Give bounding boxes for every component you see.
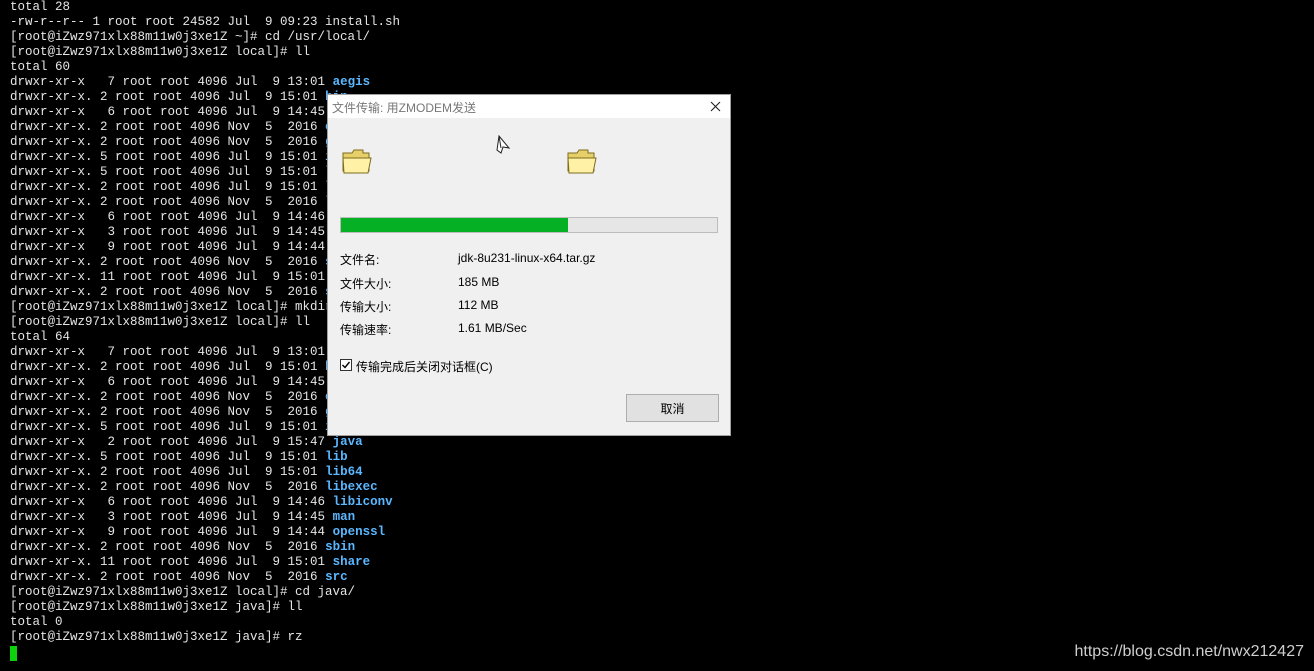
terminal-line: [root@iZwz971xlx88m11w0j3xe1Z local]# cd… xyxy=(10,585,400,600)
terminal-line-text: drwxr-xr-x 9 root root 4096 Jul 9 14:44 xyxy=(10,525,333,539)
filesize-value: 185 MB xyxy=(458,275,500,289)
terminal-line-text: drwxr-xr-x 3 root root 4096 Jul 9 14:45 xyxy=(10,510,333,524)
speed-value: 1.61 MB/Sec xyxy=(458,321,527,335)
zmodem-transfer-dialog: 文件传输: 用ZMODEM发送 文件名: jdk-8u231-linux-x64… xyxy=(327,94,731,436)
terminal-line-text: [root@iZwz971xlx88m11w0j3xe1Z local]# ll xyxy=(10,315,311,329)
terminal-line-text: drwxr-xr-x. 5 root root 4096 Jul 9 15:01 xyxy=(10,450,326,464)
destination-folder-icon xyxy=(567,149,597,174)
terminal-line-text: drwxr-xr-x. 2 root root 4096 Nov 5 2016 xyxy=(10,540,326,554)
close-icon[interactable] xyxy=(706,97,724,115)
terminal-line: drwxr-xr-x. 2 root root 4096 Jul 9 15:01… xyxy=(10,465,400,480)
terminal-line: drwxr-xr-x 7 root root 4096 Jul 9 13:01 … xyxy=(10,75,400,90)
terminal-line-text: total 0 xyxy=(10,615,63,629)
directory-name: src xyxy=(325,570,348,584)
terminal-line-text: drwxr-xr-x. 2 root root 4096 Nov 5 2016 xyxy=(10,480,326,494)
terminal-line-text: drwxr-xr-x 6 root root 4096 Jul 9 14:45 xyxy=(10,375,333,389)
dialog-titlebar: 文件传输: 用ZMODEM发送 xyxy=(328,95,730,118)
filename-value: jdk-8u231-linux-x64.tar.gz xyxy=(458,251,596,265)
terminal-line-text: [root@iZwz971xlx88m11w0j3xe1Z local]# ll xyxy=(10,45,311,59)
terminal-line-text: drwxr-xr-x. 2 root root 4096 Nov 5 2016 xyxy=(10,135,326,149)
directory-name: lib64 xyxy=(325,465,363,479)
directory-name: libiconv xyxy=(332,495,393,509)
terminal-line-text: drwxr-xr-x. 5 root root 4096 Jul 9 15:01 xyxy=(10,150,326,164)
terminal-line: drwxr-xr-x. 5 root root 4096 Jul 9 15:01… xyxy=(10,450,400,465)
directory-name: man xyxy=(332,510,356,524)
terminal-line: -rw-r--r-- 1 root root 24582 Jul 9 09:23… xyxy=(10,15,400,30)
cancel-button[interactable]: 取消 xyxy=(626,394,719,422)
terminal-line-text: drwxr-xr-x. 2 root root 4096 Nov 5 2016 xyxy=(10,285,326,299)
terminal-line-text: drwxr-xr-x. 11 root root 4096 Jul 9 15:0… xyxy=(10,555,333,569)
terminal-line: drwxr-xr-x. 2 root root 4096 Nov 5 2016 … xyxy=(10,570,400,585)
terminal-line: [root@iZwz971xlx88m11w0j3xe1Z local]# ll xyxy=(10,45,400,60)
terminal-line-text: drwxr-xr-x. 11 root root 4096 Jul 9 15:0… xyxy=(10,270,333,284)
transfer-progress-bar xyxy=(340,217,718,233)
terminal-line: total 28 xyxy=(10,0,400,15)
terminal-line-text: drwxr-xr-x. 5 root root 4096 Jul 9 15:01 xyxy=(10,420,326,434)
terminal-line-text: drwxr-xr-x 6 root root 4096 Jul 9 14:46 xyxy=(10,210,333,224)
terminal-line: drwxr-xr-x 9 root root 4096 Jul 9 14:44 … xyxy=(10,525,400,540)
dialog-title: 文件传输: 用ZMODEM发送 xyxy=(332,101,476,115)
terminal-cursor xyxy=(10,646,17,661)
directory-name: aegis xyxy=(332,75,371,89)
terminal-line-text: drwxr-xr-x. 2 root root 4096 Nov 5 2016 xyxy=(10,255,326,269)
terminal-line-text: drwxr-xr-x. 2 root root 4096 Jul 9 15:01 xyxy=(10,360,326,374)
terminal-line: total 60 xyxy=(10,60,400,75)
terminal-line-text: drwxr-xr-x 9 root root 4096 Jul 9 14:44 xyxy=(10,240,333,254)
speed-label: 传输速率: xyxy=(340,323,392,337)
terminal-line: total 0 xyxy=(10,615,400,630)
terminal-line-text: drwxr-xr-x 7 root root 4096 Jul 9 13:01 xyxy=(10,75,333,89)
transfer-progress-fill xyxy=(341,218,569,232)
terminal-line-text: total 60 xyxy=(10,60,71,74)
terminal-line-text: [root@iZwz971xlx88m11w0j3xe1Z local]# mk… xyxy=(10,300,356,314)
directory-name: openssl xyxy=(332,525,386,539)
transferred-value: 112 MB xyxy=(458,298,499,312)
terminal-line: [root@iZwz971xlx88m11w0j3xe1Z java]# ll xyxy=(10,600,400,615)
directory-name: java xyxy=(332,435,363,449)
checkmark-icon xyxy=(342,361,351,369)
terminal-line-text: total 28 xyxy=(10,0,71,14)
directory-name: libexec xyxy=(325,480,378,494)
terminal-line-text: total 64 xyxy=(10,330,71,344)
watermark: https://blog.csdn.net/nwx212427 xyxy=(1074,643,1305,660)
terminal-line-text: drwxr-xr-x. 2 root root 4096 Jul 9 15:01 xyxy=(10,180,326,194)
terminal-line-text: [root@iZwz971xlx88m11w0j3xe1Z local]# cd… xyxy=(10,585,356,599)
paper-plane-icon xyxy=(496,135,511,154)
terminal-line-text: drwxr-xr-x 6 root root 4096 Jul 9 14:45 xyxy=(10,105,333,119)
terminal-line-text: drwxr-xr-x 7 root root 4096 Jul 9 13:01 xyxy=(10,345,333,359)
terminal-line: drwxr-xr-x. 2 root root 4096 Nov 5 2016 … xyxy=(10,480,400,495)
terminal-line-text: drwxr-xr-x. 5 root root 4096 Jul 9 15:01 xyxy=(10,165,326,179)
terminal-line-text: [root@iZwz971xlx88m11w0j3xe1Z java]# rz xyxy=(10,630,303,644)
terminal-line: drwxr-xr-x. 2 root root 4096 Nov 5 2016 … xyxy=(10,540,400,555)
terminal-line-text: drwxr-xr-x. 2 root root 4096 Jul 9 15:01 xyxy=(10,465,326,479)
source-folder-icon xyxy=(342,149,372,174)
terminal-line: drwxr-xr-x 3 root root 4096 Jul 9 14:45 … xyxy=(10,510,400,525)
terminal-line-text: -rw-r--r-- 1 root root 24582 Jul 9 09:23… xyxy=(10,15,401,29)
filesize-label: 文件大小: xyxy=(340,277,392,291)
terminal-line: drwxr-xr-x 6 root root 4096 Jul 9 14:46 … xyxy=(10,495,400,510)
directory-name: share xyxy=(332,555,371,569)
terminal-line: [root@iZwz971xlx88m11w0j3xe1Z java]# rz xyxy=(10,630,400,645)
terminal-line-text: drwxr-xr-x. 2 root root 4096 Nov 5 2016 xyxy=(10,120,326,134)
close-on-complete-checkbox[interactable] xyxy=(340,359,352,371)
terminal-line-text: [root@iZwz971xlx88m11w0j3xe1Z java]# ll xyxy=(10,600,303,614)
directory-name: sbin xyxy=(325,540,356,554)
filename-label: 文件名: xyxy=(340,253,380,267)
terminal-line-text: drwxr-xr-x. 2 root root 4096 Nov 5 2016 xyxy=(10,570,326,584)
terminal-line-text: drwxr-xr-x. 2 root root 4096 Nov 5 2016 xyxy=(10,195,326,209)
terminal-line: drwxr-xr-x 2 root root 4096 Jul 9 15:47 … xyxy=(10,435,400,450)
terminal-line-text: drwxr-xr-x. 2 root root 4096 Nov 5 2016 xyxy=(10,390,326,404)
terminal-line-text: [root@iZwz971xlx88m11w0j3xe1Z ~]# cd /us… xyxy=(10,30,371,44)
terminal-line-text: drwxr-xr-x 3 root root 4096 Jul 9 14:45 xyxy=(10,225,333,239)
terminal-line-text: drwxr-xr-x. 2 root root 4096 Nov 5 2016 xyxy=(10,405,326,419)
terminal-line: [root@iZwz971xlx88m11w0j3xe1Z ~]# cd /us… xyxy=(10,30,400,45)
terminal-line: drwxr-xr-x. 11 root root 4096 Jul 9 15:0… xyxy=(10,555,400,570)
transferred-label: 传输大小: xyxy=(340,300,392,314)
terminal-line-text: drwxr-xr-x 6 root root 4096 Jul 9 14:46 xyxy=(10,495,333,509)
close-on-complete-label[interactable]: 传输完成后关闭对话框(C) xyxy=(356,358,493,375)
terminal-line-text: drwxr-xr-x 2 root root 4096 Jul 9 15:47 xyxy=(10,435,333,449)
terminal-line-text: drwxr-xr-x. 2 root root 4096 Jul 9 15:01 xyxy=(10,90,326,104)
directory-name: lib xyxy=(325,450,348,464)
